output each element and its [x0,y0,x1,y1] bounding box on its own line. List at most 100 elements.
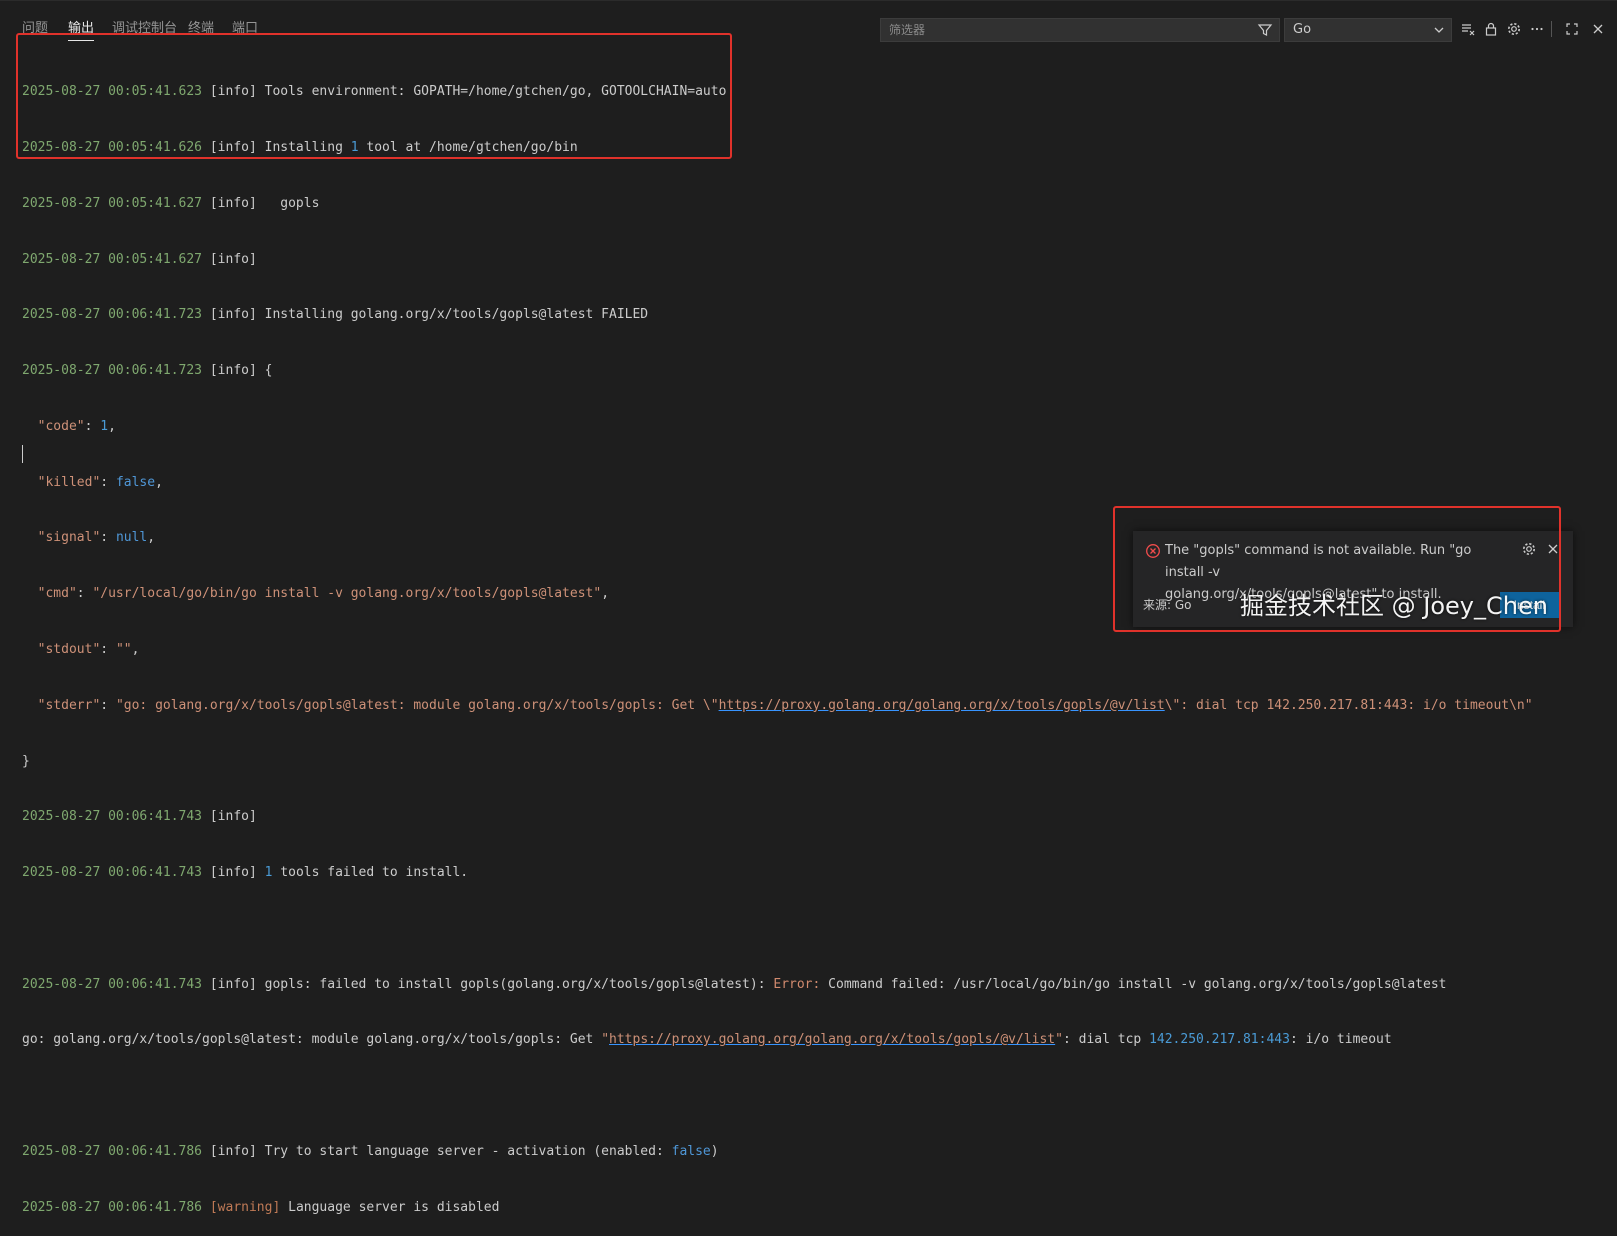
json-line: } [22,753,1592,772]
gear-icon[interactable] [1504,19,1524,39]
tab-terminal[interactable]: 终端 [188,12,214,40]
toolbar-divider [1551,21,1552,37]
log-number: 1 [350,139,359,155]
json-line: "stderr": "go: golang.org/x/tools/gopls@… [22,697,1592,716]
json-end: , [108,418,116,434]
filter-input[interactable] [881,19,1257,41]
log-line: 2025-08-27 00:06:41.743 [info] 1 tools f… [22,864,1592,883]
log-text: [info] Try to start language server - ac… [202,1144,672,1160]
log-line: 2025-08-27 00:06:41.786 [info] Try to st… [22,1143,1592,1162]
log-text: [info] [202,251,257,267]
log-text: Language server is disabled [280,1199,500,1215]
json-value: null [115,530,148,546]
tab-debug-console[interactable]: 调试控制台 [112,12,177,40]
proxy-link[interactable]: https://proxy.golang.org/golang.org/x/to… [609,1032,1055,1047]
log-line: 2025-08-27 00:06:41.723 [info] { [22,362,1592,381]
json-value: "/usr/local/go/bin/go install -v golang.… [92,586,602,602]
log-timestamp: 2025-08-27 00:06:41.786 [22,1199,203,1215]
log-text: [info] gopls [202,195,320,211]
text-cursor [22,445,23,463]
tab-problems[interactable]: 问题 [22,12,48,40]
log-timestamp: 2025-08-27 00:05:41.627 [22,195,203,211]
gear-icon[interactable] [1521,541,1537,561]
json-key: "code" [22,418,85,434]
log-timestamp: 2025-08-27 00:05:41.623 [22,84,203,100]
output-log[interactable]: 2025-08-27 00:05:41.623 [info] Tools env… [22,46,1592,1236]
json-value: false [115,474,156,490]
notification-source: 来源: Go [1143,598,1192,612]
log-quote: " [601,1032,610,1048]
json-sep: : [100,642,116,657]
json-key: "cmd" [22,586,77,602]
log-number: 1 [264,865,273,881]
maximize-icon[interactable] [1562,19,1582,39]
log-ip: 142.250.217.81:443 [1149,1032,1290,1048]
json-end: , [155,474,163,490]
json-sep: : [100,697,116,713]
log-line: 2025-08-27 00:05:41.627 [info] [22,251,1592,270]
json-value: \": dial tcp 142.250.217.81:443: i/o tim… [1164,697,1533,713]
log-timestamp: 2025-08-27 00:06:41.743 [22,976,203,992]
log-timestamp: 2025-08-27 00:06:41.723 [22,307,203,323]
json-end: , [131,642,140,657]
json-key: "killed" [22,474,101,490]
log-keyword: false [671,1144,711,1160]
log-line: 2025-08-27 00:06:41.743 [info] [22,808,1592,827]
json-value: "go: golang.org/x/tools/gopls@latest: mo… [115,697,719,713]
log-text: [info] [202,809,257,825]
log-text: : i/o timeout [1289,1032,1392,1048]
log-line: 2025-08-27 00:06:41.743 [info] gopls: fa… [22,976,1592,995]
clear-all-icon[interactable] [1458,19,1478,39]
panel-header: 问题 输出 调试控制台 终端 端口 Go [0,0,1617,51]
more-icon[interactable] [1527,19,1547,39]
close-icon[interactable] [1545,541,1561,561]
json-sep: : [100,530,116,546]
tab-output[interactable]: 输出 [68,12,95,41]
log-text: ) [710,1144,719,1160]
log-error-word: Error: [773,976,821,992]
json-line: "killed": false, [22,474,1592,493]
error-circle-icon [1145,543,1161,563]
log-line: go: golang.org/x/tools/gopls@latest: mod… [22,1031,1592,1050]
log-text: [info] [202,865,265,881]
log-line: 2025-08-27 00:06:41.786 [warning] Langua… [22,1199,1592,1218]
json-sep: : [76,586,93,602]
tab-ports[interactable]: 端口 [232,12,258,40]
log-timestamp: 2025-08-27 00:06:41.723 [22,363,203,379]
log-line: 2025-08-27 00:05:41.627 [info] gopls [22,195,1592,214]
log-text: [info] Tools environment: GOPATH=/home/g… [202,84,727,100]
log-text: : dial tcp [1062,1032,1150,1048]
json-close: } [22,753,30,769]
log-timestamp: 2025-08-27 00:06:41.743 [22,865,203,881]
log-warning-tag: [warning] [202,1199,281,1215]
notification-message-line: The "gopls" command is not available. Ru… [1165,543,1472,580]
json-value: "" [115,642,132,657]
json-value: 1 [100,418,109,434]
lock-icon[interactable] [1481,19,1501,39]
log-text: go: golang.org/x/tools/gopls@latest: mod… [22,1032,602,1048]
log-text: tools failed to install. [272,865,469,881]
proxy-link[interactable]: https://proxy.golang.org/golang.org/x/to… [719,698,1165,713]
log-line: 2025-08-27 00:05:41.623 [info] Tools env… [22,83,1592,102]
json-key: "signal" [22,530,101,546]
close-icon[interactable] [1588,19,1608,39]
log-timestamp: 2025-08-27 00:06:41.743 [22,809,203,825]
log-text: Command failed: /usr/local/go/bin/go ins… [820,976,1447,992]
json-line: "stdout": "", [22,641,1592,660]
log-text: [info] { [202,363,273,379]
chevron-down-icon [1433,19,1445,49]
log-text: tool at /home/gtchen/go/bin [358,139,578,155]
log-timestamp: 2025-08-27 00:06:41.786 [22,1144,203,1160]
log-text: [info] Installing [202,139,351,155]
json-sep: : [100,474,116,490]
output-channel-select[interactable]: Go [1284,18,1452,42]
log-timestamp: 2025-08-27 00:05:41.627 [22,251,203,267]
filter-icon[interactable] [1257,22,1273,41]
log-text: [info] gopls: failed to install gopls(go… [202,976,774,992]
log-line: 2025-08-27 00:06:41.723 [info] Installin… [22,306,1592,325]
json-end: , [601,586,610,602]
json-end: , [147,530,156,546]
output-channel-value: Go [1293,22,1312,37]
